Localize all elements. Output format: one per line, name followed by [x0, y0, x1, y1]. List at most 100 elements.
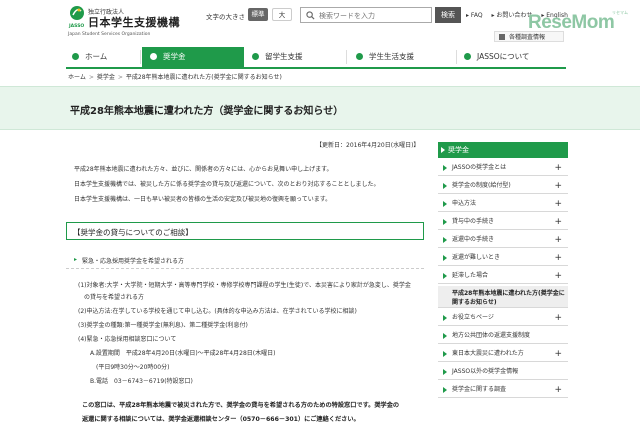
arrow-right-icon — [443, 164, 447, 171]
jasso-logo[interactable]: JASSO 独立行政法人 日本学生支援機構 Japan Student Serv… — [68, 5, 188, 39]
arrow-right-icon — [443, 182, 447, 189]
search-button[interactable]: 検索 — [435, 7, 461, 23]
nav-item-international[interactable]: 留学生支援 — [252, 47, 346, 67]
site-header: JASSO 独立行政法人 日本学生支援機構 Japan Student Serv… — [0, 0, 640, 44]
nav-item-scholarship[interactable]: 奨学金 — [142, 47, 244, 67]
sidebar-item-about-scholarship[interactable]: JASSOの奨学金とは + — [438, 160, 568, 176]
breadcrumb-separator: > — [117, 74, 123, 81]
search-icon — [306, 11, 315, 20]
nav-bullet-icon — [252, 53, 259, 60]
arrow-right-icon — [443, 254, 447, 261]
sidebar-heading[interactable]: 奨学金 — [438, 142, 568, 158]
plus-icon: + — [554, 234, 562, 245]
plus-icon: + — [554, 252, 562, 263]
nav-bullet-icon — [356, 53, 363, 60]
breadcrumb: ホーム > 奨学金 > 平成28年熊本地震に遭われた方(奨学金に関するお知らせ) — [68, 72, 282, 81]
nav-label: ホーム — [85, 52, 108, 61]
plus-icon: + — [554, 162, 562, 173]
sidebar-item-label: 奨学金の制度(給付型) — [452, 182, 511, 189]
sidebar-item-label: 地方公共団体の返還支援制度 — [452, 332, 531, 339]
sidebar-item-application[interactable]: 申込方法 + — [438, 196, 568, 212]
sidebar-item-label: 平成28年熊本地震に遭われた方(奨学金に関するお知らせ) — [452, 290, 565, 306]
sidebar-item-label: JASSOの奨学金とは — [452, 164, 507, 171]
fontsize-standard-button[interactable]: 標準 — [248, 8, 268, 21]
nav-item-home[interactable]: ホーム — [72, 47, 138, 67]
arrow-right-icon — [443, 386, 447, 393]
resemom-watermark-sub: リセマム — [612, 10, 628, 15]
sidebar-item-useful-pages[interactable]: お役立ちページ + — [438, 310, 568, 326]
sidebar-item-kumamoto[interactable]: 平成28年熊本地震に遭われた方(奨学金に関するお知らせ) — [438, 286, 568, 308]
nav-bullet-icon — [150, 53, 157, 60]
breadcrumb-separator: > — [88, 74, 94, 81]
sidebar-item-difficult-repayment[interactable]: 返還が難しいとき + — [438, 250, 568, 266]
section-heading-box: 【奨学金の貸与についてのご相談】 — [66, 222, 424, 240]
sidebar-item-repayment[interactable]: 返還中の手続き + — [438, 232, 568, 248]
arrow-right-icon — [443, 236, 447, 243]
intro-line: 日本学生支援機構は、一日も早い被災者の皆様の生活の安定及び被災地の復興を願ってい… — [74, 196, 332, 203]
plus-icon: + — [554, 348, 562, 359]
global-nav: ホーム 奨学金 留学生支援 学生生活支援 JASSOについて — [66, 47, 566, 67]
search-input[interactable] — [319, 10, 429, 21]
nav-bullet-icon — [72, 53, 79, 60]
sidebar-item-during-loan[interactable]: 貸与中の手続き + — [438, 214, 568, 230]
fontsize-large-button[interactable]: 大 — [272, 8, 292, 21]
logo-mark-text: JASSO — [68, 23, 84, 29]
nav-divider — [140, 50, 141, 64]
arrow-right-icon — [443, 272, 447, 279]
sidebar-item-surveys[interactable]: 奨学金に関する調査 + — [438, 382, 568, 398]
nav-bullet-icon — [464, 53, 471, 60]
nav-underline — [66, 67, 566, 69]
sidebar-item-label: JASSO以外の奨学金情報 — [452, 368, 519, 375]
survey-info-link[interactable]: 各種調査情報 — [494, 31, 564, 42]
plus-icon: + — [554, 216, 562, 227]
detail-line: (3)奨学金の種類:第一種奨学金(無利息)、第二種奨学金(利息付) — [78, 322, 248, 329]
arrow-right-icon — [443, 350, 447, 357]
plus-icon: + — [554, 384, 562, 395]
sidebar-item-other-scholarships[interactable]: JASSO以外の奨学金情報 — [438, 364, 568, 380]
detail-line: A.設置期間 平成28年4月20日(水曜日)～平成28年4月28日(木曜日) — [90, 350, 276, 357]
jasso-logo-icon: JASSO — [68, 6, 84, 29]
nav-divider — [346, 50, 347, 64]
nav-label: 留学生支援 — [265, 52, 303, 61]
plus-icon: + — [554, 270, 562, 281]
org-name: 日本学生支援機構 — [88, 16, 180, 29]
notice-line: この窓口は、平成28年熊本地震で被災された方で、奨学金の貸与を希望される方のため… — [82, 402, 400, 409]
nav-label: 学生生活支援 — [369, 52, 414, 61]
intro-line: 平成28年熊本地震に遭われた方々、並びに、関係者の方々には、心からお見舞い申し上… — [74, 166, 333, 173]
arrow-right-icon — [443, 368, 447, 375]
contact-link[interactable]: ▸ お問い合わせ — [491, 12, 532, 19]
nav-label: 奨学金 — [163, 52, 186, 61]
section-title: 【奨学金の貸与についてのご相談】 — [73, 228, 193, 237]
arrow-right-icon — [443, 218, 447, 225]
sidebar-item-label: 奨学金に関する調査 — [452, 386, 507, 393]
breadcrumb-scholarship[interactable]: 奨学金 — [97, 74, 115, 81]
nav-label: JASSOについて — [477, 52, 530, 61]
breadcrumb-current: 平成28年熊本地震に遭われた方(奨学金に関するお知らせ) — [125, 74, 282, 81]
sidebar-item-label: 東日本大震災に遭われた方 — [452, 350, 524, 357]
page-title: 平成28年熊本地震に遭われた方（奨学金に関するお知らせ） — [70, 106, 344, 117]
sidebar-item-delinquency[interactable]: 延滞した場合 + — [438, 268, 568, 284]
detail-line: (平日9時30分～20時00分) — [96, 364, 170, 371]
detail-line: (2)申込方法:在学している学校を通じて申し込む。(具体的な申込み方法は、在学さ… — [78, 308, 357, 315]
updated-date: 【更新日：2016年4月20日(水曜日)】 — [316, 142, 420, 149]
sidebar-item-grant-type[interactable]: 奨学金の制度(給付型) + — [438, 178, 568, 194]
breadcrumb-home[interactable]: ホーム — [68, 74, 86, 81]
sidebar-item-label: お役立ちページ — [452, 314, 494, 321]
org-english-name: Japan Student Services Organization — [68, 32, 151, 37]
plus-icon: + — [554, 312, 562, 323]
sidebar-item-label: 貸与中の手続き — [452, 218, 495, 225]
sidebar-item-local-support[interactable]: 地方公共団体の返還支援制度 — [438, 328, 568, 344]
arrow-right-icon — [443, 200, 447, 207]
nav-item-about[interactable]: JASSOについて — [464, 47, 564, 67]
faq-link[interactable]: ▸ FAQ — [466, 12, 483, 19]
detail-line: B.電話 03－6743－6719(特設窓口) — [90, 378, 193, 385]
sidebar-item-tohoku[interactable]: 東日本大震災に遭われた方 + — [438, 346, 568, 362]
sidebar-item-label: 返還中の手続き — [452, 236, 495, 243]
arrow-right-icon — [443, 332, 447, 339]
nav-item-student-life[interactable]: 学生生活支援 — [356, 47, 456, 67]
sidebar-item-label: 返還が難しいとき — [452, 254, 501, 261]
search-box — [300, 7, 432, 23]
detail-line: の貸与を希望される方 — [84, 294, 145, 301]
sub-heading-divider — [66, 268, 424, 269]
intro-line: 日本学生支援機構では、被災した方に係る奨学金の貸与及び返還について、次のとおり対… — [74, 181, 380, 188]
